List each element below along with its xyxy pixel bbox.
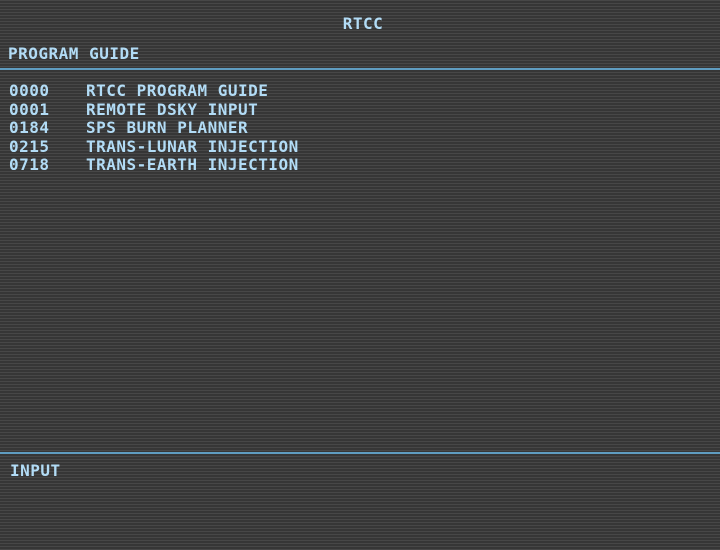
program-name: SPS BURN PLANNER (86, 118, 249, 137)
program-item-0001[interactable]: 0001 REMOTE DSKY INPUT (9, 99, 299, 120)
system-title: RTCC (342, 14, 384, 33)
program-name: RTCC PROGRAM GUIDE (86, 81, 269, 100)
input-label: INPUT (10, 461, 61, 480)
header-divider (0, 68, 720, 70)
command-input-area[interactable] (10, 484, 710, 540)
program-item-0215[interactable]: 0215 TRANS-LUNAR INJECTION (9, 136, 299, 157)
program-name: TRANS-EARTH INJECTION (86, 155, 299, 174)
program-item-0718[interactable]: 0718 TRANS-EARTH INJECTION (9, 156, 299, 175)
input-divider (0, 452, 720, 454)
page-title: PROGRAM GUIDE (8, 44, 140, 63)
program-code: 0000 (9, 81, 50, 100)
rtcc-display: RTCC PROGRAM GUIDE 0000 RTCC PROGRAM GUI… (0, 0, 720, 550)
program-name: REMOTE DSKY INPUT (86, 99, 259, 119)
program-code: 0001 (9, 99, 50, 119)
program-code: 0184 (9, 118, 50, 137)
program-name: TRANS-LUNAR INJECTION (86, 136, 299, 156)
program-item-0000[interactable]: 0000 RTCC PROGRAM GUIDE (9, 82, 299, 101)
program-list: 0000 RTCC PROGRAM GUIDE 0001 REMOTE DSKY… (9, 82, 299, 175)
program-code: 0718 (9, 155, 50, 174)
program-code: 0215 (9, 136, 50, 156)
program-item-0184[interactable]: 0184 SPS BURN PLANNER (9, 119, 299, 138)
